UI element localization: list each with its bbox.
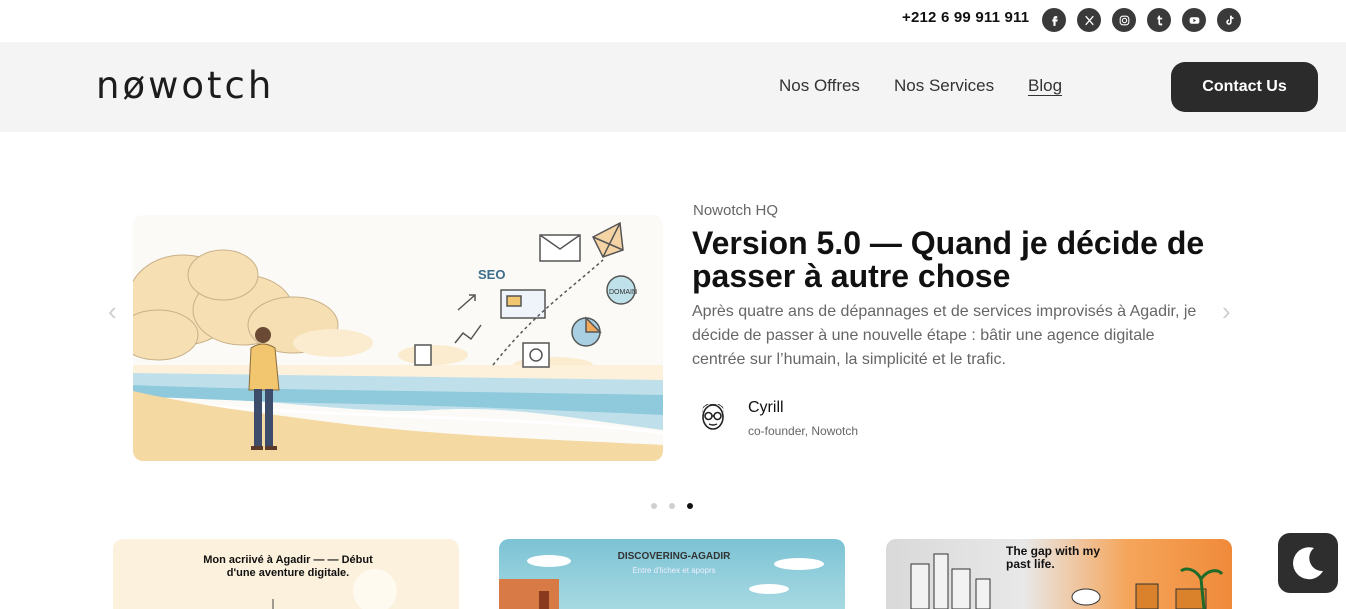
card-title: The gap with my past life.: [1006, 544, 1101, 571]
card-subtitle: Entre d'lichex et apoprs: [632, 566, 716, 575]
tumblr-icon[interactable]: [1147, 8, 1171, 32]
carousel-dot[interactable]: [669, 503, 675, 509]
facebook-icon[interactable]: [1042, 8, 1066, 32]
phone-number[interactable]: +212 6 99 911 911: [902, 9, 1029, 26]
avatar: [693, 395, 733, 435]
carousel-next-icon[interactable]: ›: [1222, 296, 1231, 327]
hero-illustration[interactable]: SEO DOMAIN: [133, 215, 663, 461]
social-links: [1042, 8, 1241, 32]
carousel-dot[interactable]: [651, 503, 657, 509]
nav-item-blog[interactable]: Blog: [1028, 76, 1062, 96]
contact-us-button[interactable]: Contact Us: [1171, 62, 1318, 112]
nav-item-services[interactable]: Nos Services: [894, 76, 994, 96]
article-card[interactable]: DISCOVERING-AGADIR Entre d'lichex et apo…: [499, 539, 845, 609]
author-name: Cyrill: [748, 399, 784, 416]
illustration-seo-label: SEO: [478, 267, 505, 282]
hero-kicker[interactable]: Nowotch HQ: [693, 202, 778, 219]
site-header: nøwotch Nos Offres Nos Services Blog Con…: [0, 42, 1346, 132]
carousel-prev-icon[interactable]: ‹: [108, 296, 117, 327]
top-bar: +212 6 99 911 911: [0, 0, 1346, 42]
logo[interactable]: nøwotch: [96, 64, 274, 107]
instagram-icon[interactable]: [1112, 8, 1136, 32]
carousel-dots: [651, 503, 693, 509]
hero-title[interactable]: Version 5.0 — Quand je décide de passer …: [692, 227, 1212, 293]
author-role: co-founder, Nowotch: [748, 424, 859, 438]
hero-excerpt: Après quatre ans de dépannages et de ser…: [692, 303, 1197, 368]
card-title: DISCOVERING-AGADIR: [617, 551, 731, 562]
x-icon[interactable]: [1077, 8, 1101, 32]
moon-icon: [1293, 547, 1323, 580]
youtube-icon[interactable]: [1182, 8, 1206, 32]
article-card[interactable]: Mon acriivé à Agadir — — Début d'une ave…: [113, 539, 459, 609]
article-card[interactable]: The gap with my past life.: [886, 539, 1232, 609]
nav-item-offres[interactable]: Nos Offres: [779, 76, 860, 96]
carousel-dot-active[interactable]: [687, 503, 693, 509]
dark-mode-toggle[interactable]: [1278, 533, 1338, 593]
tiktok-icon[interactable]: [1217, 8, 1241, 32]
illustration-domain-label: DOMAIN: [609, 289, 637, 296]
